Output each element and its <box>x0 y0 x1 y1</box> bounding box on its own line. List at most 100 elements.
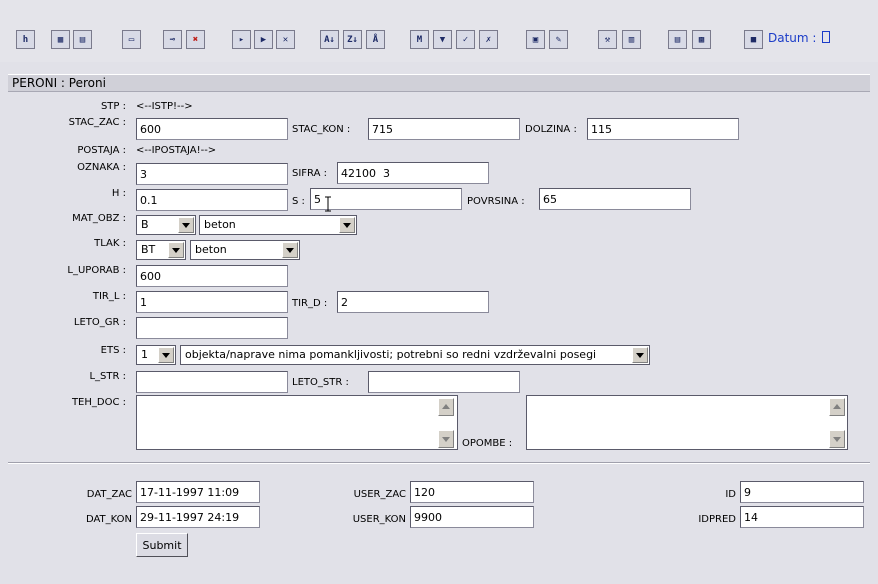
l-uporab-input[interactable] <box>136 265 288 287</box>
ets-text-value: objekta/naprave nima pomankljivosti; pot… <box>185 348 597 361</box>
tlak-text-select[interactable]: beton <box>190 240 300 260</box>
idpred-input[interactable] <box>740 506 864 528</box>
grid-view-icon[interactable]: ▦ <box>51 30 70 49</box>
h-label: H : <box>111 188 126 199</box>
sifra-label: SIFRA : <box>292 168 327 179</box>
tlak-label: TLAK : <box>94 238 126 249</box>
opombe-label: OPOMBE : <box>462 438 513 449</box>
chevron-down-icon[interactable] <box>632 347 648 363</box>
users-icon[interactable]: ▩ <box>692 30 711 49</box>
stac-kon-input[interactable] <box>368 118 520 140</box>
scroll-up-icon[interactable] <box>438 398 454 416</box>
l-str-label: L_STR : <box>89 371 126 382</box>
home-icon[interactable]: h <box>16 30 35 49</box>
tir-l-input[interactable] <box>136 291 288 313</box>
leto-gr-input[interactable] <box>136 317 288 339</box>
s-input[interactable] <box>310 188 462 210</box>
oznaka-input[interactable] <box>136 163 288 185</box>
stp-label: STP : <box>100 101 126 112</box>
tir-d-label: TIR_D : <box>292 298 328 309</box>
id-input[interactable] <box>740 481 864 503</box>
dat-zac-label: DAT_ZAC <box>86 489 132 500</box>
scroll-down-icon[interactable] <box>829 430 845 448</box>
user-kon-label: USER_KON <box>352 514 406 525</box>
datum-checkbox[interactable] <box>822 31 831 43</box>
list-icon[interactable]: ▤ <box>668 30 687 49</box>
povrsina-label: POVRSINA : <box>467 196 525 207</box>
stp-value: <--ISTP!--> <box>136 101 193 112</box>
dat-kon-label: DAT_KON <box>85 514 132 525</box>
export-icon[interactable]: ▣ <box>526 30 545 49</box>
opombe-textarea[interactable] <box>526 395 848 450</box>
leto-gr-label: LETO_GR : <box>73 317 126 328</box>
find-icon[interactable]: M <box>410 30 429 49</box>
tools-icon[interactable]: ⚒ <box>598 30 617 49</box>
section-divider <box>8 462 870 464</box>
next-record-icon[interactable]: ▶ <box>254 30 273 49</box>
ets-code-select[interactable]: 1 <box>136 345 176 365</box>
user-zac-input[interactable] <box>410 481 534 503</box>
save-icon[interactable]: ■ <box>744 30 763 49</box>
ets-code-value: 1 <box>141 348 148 361</box>
tlak-text-value: beton <box>195 243 227 256</box>
tlak-code-value: BT <box>141 243 156 256</box>
apply-filter-icon[interactable]: ✓ <box>456 30 475 49</box>
sort-ascending-icon[interactable]: A↓ <box>320 30 339 49</box>
user-kon-input[interactable] <box>410 506 534 528</box>
edit-icon[interactable]: ✎ <box>549 30 568 49</box>
delete-record-icon[interactable]: ✕ <box>276 30 295 49</box>
dolzina-input[interactable] <box>587 118 739 140</box>
dat-zac-input[interactable] <box>136 481 260 503</box>
delete-icon[interactable]: ✖ <box>186 30 205 49</box>
tir-d-input[interactable] <box>337 291 489 313</box>
submit-button[interactable]: Submit <box>136 533 188 557</box>
chevron-down-icon[interactable] <box>339 217 355 233</box>
form-title: PERONI : Peroni <box>8 74 870 92</box>
ets-text-select[interactable]: objekta/naprave nima pomankljivosti; pot… <box>180 345 650 365</box>
form-view-icon[interactable]: ▤ <box>73 30 92 49</box>
dolzina-label: DOLZINA : <box>525 124 577 135</box>
chevron-down-icon[interactable] <box>168 242 184 258</box>
mat-obz-text-select[interactable]: beton <box>199 215 357 235</box>
filter-icon[interactable]: ▼ <box>433 30 452 49</box>
l-str-input[interactable] <box>136 371 288 393</box>
oznaka-label: OZNAKA : <box>77 162 126 173</box>
print-icon[interactable]: ▭ <box>122 30 141 49</box>
chevron-down-icon[interactable] <box>282 242 298 258</box>
stac-zac-input[interactable] <box>136 118 288 140</box>
h-input[interactable] <box>136 189 288 211</box>
id-label: ID <box>725 489 736 500</box>
sort-descending-icon[interactable]: Z↓ <box>343 30 362 49</box>
sort-clear-icon[interactable]: Å <box>366 30 385 49</box>
mat-obz-code-select[interactable]: B <box>136 215 196 235</box>
toolbar: h ▦ ▤ ▭ ⊸ ✖ ▸ ▶ ✕ A↓ Z↓ Å M ▼ ✓ ✗ ▣ ✎ ⚒ … <box>0 0 878 62</box>
scroll-up-icon[interactable] <box>829 398 845 416</box>
chevron-down-icon[interactable] <box>178 217 194 233</box>
idpred-label: IDPRED <box>698 514 736 525</box>
teh-doc-label: TEH_DOC : <box>71 397 126 408</box>
insert-record-icon[interactable]: ▸ <box>232 30 251 49</box>
report-icon[interactable]: ▥ <box>622 30 641 49</box>
ets-label: ETS : <box>100 345 126 356</box>
dat-kon-input[interactable] <box>136 506 260 528</box>
key-icon[interactable]: ⊸ <box>163 30 182 49</box>
mat-obz-label: MAT_OBZ : <box>72 213 126 224</box>
remove-filter-icon[interactable]: ✗ <box>479 30 498 49</box>
user-zac-label: USER_ZAC <box>353 489 406 500</box>
scroll-down-icon[interactable] <box>438 430 454 448</box>
teh-doc-textarea[interactable] <box>136 395 458 450</box>
postaja-label: POSTAJA : <box>77 145 126 156</box>
l-uporab-label: L_UPORAB : <box>67 265 126 276</box>
leto-str-label: LETO_STR : <box>292 377 349 388</box>
tlak-code-select[interactable]: BT <box>136 240 186 260</box>
stac-zac-label: STAC_ZAC : <box>68 117 126 128</box>
postaja-value: <--IPOSTAJA!--> <box>136 145 217 156</box>
sifra-input[interactable] <box>337 162 489 184</box>
mat-obz-code-value: B <box>141 218 149 231</box>
leto-str-input[interactable] <box>368 371 520 393</box>
povrsina-input[interactable] <box>539 188 691 210</box>
chevron-down-icon[interactable] <box>158 347 174 363</box>
s-label: S : <box>292 196 305 207</box>
datum-label: Datum : <box>768 31 821 45</box>
datum-field[interactable]: Datum : <box>768 31 831 45</box>
